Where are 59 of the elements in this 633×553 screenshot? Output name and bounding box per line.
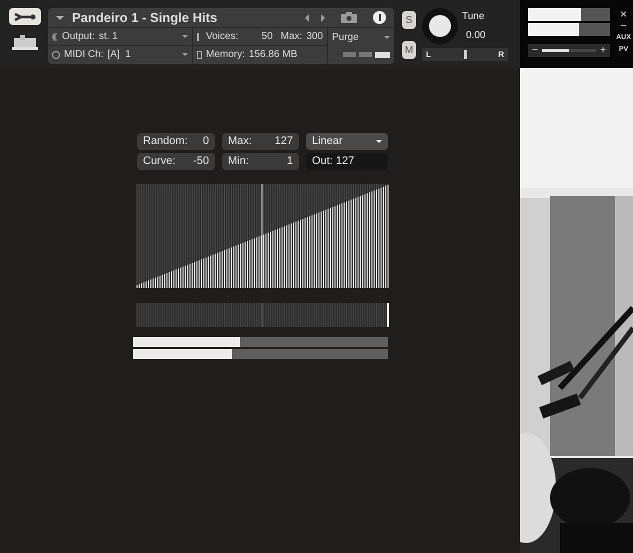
- wrench-icon[interactable]: [9, 8, 41, 25]
- max-voices-label: Max:: [280, 30, 302, 44]
- memory-value: 156.86 MB: [248, 48, 298, 62]
- previous-icon[interactable]: [305, 14, 309, 22]
- field-value: 1: [286, 154, 293, 170]
- field-label: Max:: [228, 134, 252, 150]
- minimize-button[interactable]: −: [620, 20, 627, 32]
- midi-label: MIDI Ch:: [64, 48, 104, 62]
- voices-label: Voices:: [206, 30, 240, 44]
- output-readout: Out: 127: [306, 153, 388, 170]
- indicator-icon: [359, 52, 372, 57]
- info-icon[interactable]: [373, 11, 386, 24]
- logo-icon: [12, 35, 38, 51]
- memory-icon: [197, 50, 202, 58]
- field-label: Random:: [143, 134, 188, 150]
- field-value: -50: [193, 154, 209, 170]
- output-icon: [52, 32, 58, 40]
- purge-menu[interactable]: Purge: [332, 30, 359, 44]
- value-field[interactable]: Min: 1: [222, 153, 299, 170]
- mode-dropdown[interactable]: Linear: [306, 133, 388, 150]
- voices-icon: [197, 32, 202, 40]
- voices-value: 50: [262, 30, 273, 44]
- caret-icon[interactable]: [384, 36, 390, 38]
- field-label: Min:: [228, 154, 249, 170]
- indicator-icon: [375, 52, 390, 58]
- tune-label: Tune: [462, 10, 486, 24]
- pan-left-label: L: [426, 48, 431, 60]
- output-value[interactable]: st. 1: [98, 29, 178, 44]
- caret-icon[interactable]: [56, 16, 64, 20]
- volume-up-label: +: [600, 44, 606, 58]
- midi-icon: [52, 50, 60, 58]
- max-voices-value[interactable]: 300: [306, 29, 323, 44]
- camera-icon[interactable]: [341, 12, 357, 23]
- velocity-curve-drawing[interactable]: [136, 184, 388, 288]
- pan-handle[interactable]: [464, 50, 466, 59]
- instrument-name[interactable]: Pandeiro 1 - Single Hits: [72, 8, 305, 28]
- memory-label: Memory:: [206, 48, 245, 62]
- tune-knob[interactable]: [422, 8, 458, 44]
- indicator-icon: [343, 52, 356, 57]
- field-label: Curve:: [143, 154, 176, 170]
- pan-right-label: R: [498, 48, 504, 60]
- level-bar[interactable]: [132, 337, 388, 347]
- mute-button[interactable]: M: [402, 41, 416, 59]
- next-icon[interactable]: [321, 14, 325, 22]
- caret-icon[interactable]: [182, 53, 188, 56]
- caret-icon[interactable]: [182, 35, 188, 38]
- solo-button[interactable]: S: [402, 11, 416, 29]
- value-field[interactable]: Random: 0: [137, 133, 215, 150]
- field-value: 127: [274, 134, 293, 150]
- value-field[interactable]: Max: 127: [222, 133, 299, 150]
- value-field[interactable]: Curve: -50: [137, 153, 215, 170]
- close-button[interactable]: ×: [620, 8, 627, 20]
- field-value: 0: [202, 134, 209, 150]
- midi-value[interactable]: [A] 1: [107, 47, 178, 62]
- pan-slider[interactable]: L R: [422, 48, 508, 61]
- level-bar[interactable]: [132, 349, 388, 359]
- volume-slider[interactable]: − +: [528, 44, 610, 57]
- output-label: Output:: [62, 30, 95, 44]
- volume-down-label: −: [532, 44, 538, 58]
